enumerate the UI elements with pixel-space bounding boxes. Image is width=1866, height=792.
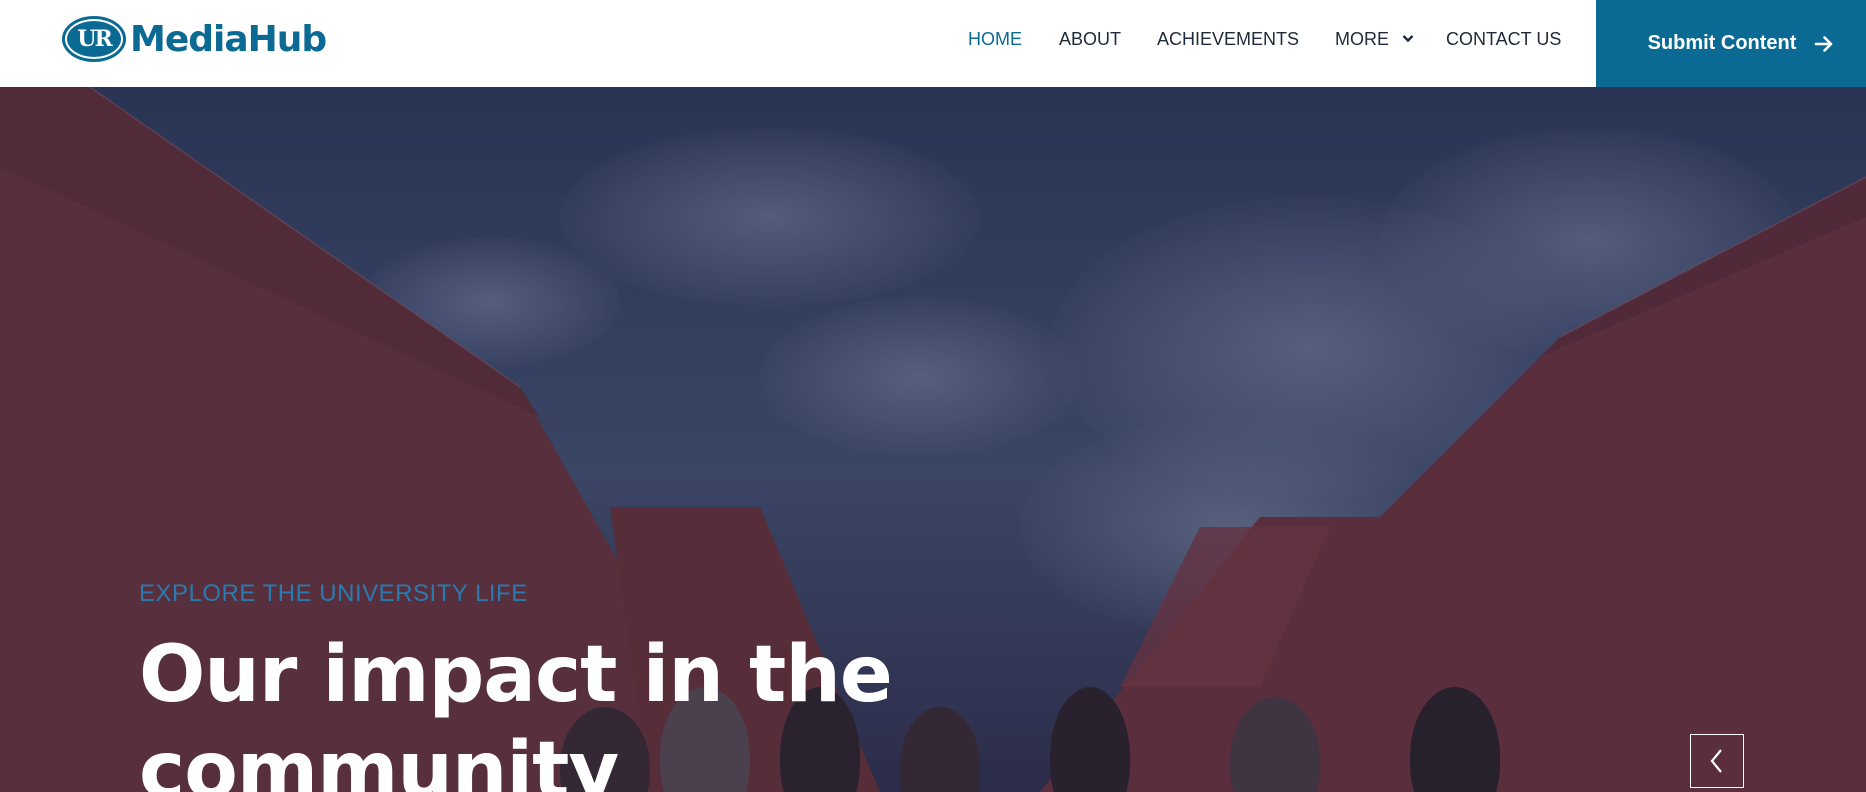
- nav-home[interactable]: HOME: [968, 29, 1022, 50]
- submit-content-label: Submit Content: [1647, 32, 1797, 54]
- submit-content-button[interactable]: Submit Content: [1596, 0, 1866, 87]
- hero-kicker: EXPLORE THE UNIVERSITY LIFE: [139, 580, 528, 607]
- chevron-left-icon: [1710, 749, 1722, 773]
- nav-contact-us[interactable]: CONTACT US: [1446, 29, 1561, 50]
- nav-more-label: MORE: [1335, 29, 1389, 49]
- site-header: UR MediaHub HOME ABOUT ACHIEVEMENTS MORE…: [0, 0, 1866, 87]
- logo-mark: UR: [77, 26, 112, 52]
- brand-name: MediaHub: [130, 18, 327, 60]
- nav-more[interactable]: MORE: [1335, 29, 1414, 50]
- hero-headline: Our impact in the community: [139, 630, 893, 792]
- nav-achievements[interactable]: ACHIEVEMENTS: [1157, 29, 1299, 50]
- nav-about[interactable]: ABOUT: [1059, 29, 1121, 50]
- hero-slider: EXPLORE THE UNIVERSITY LIFE Our impact i…: [0, 87, 1866, 792]
- chevron-down-icon: [1402, 35, 1414, 43]
- ur-logo-badge: UR: [62, 16, 126, 62]
- arrow-right-icon: [1815, 35, 1833, 52]
- slider-prev-button[interactable]: [1690, 734, 1744, 788]
- logo[interactable]: UR MediaHub: [62, 15, 327, 63]
